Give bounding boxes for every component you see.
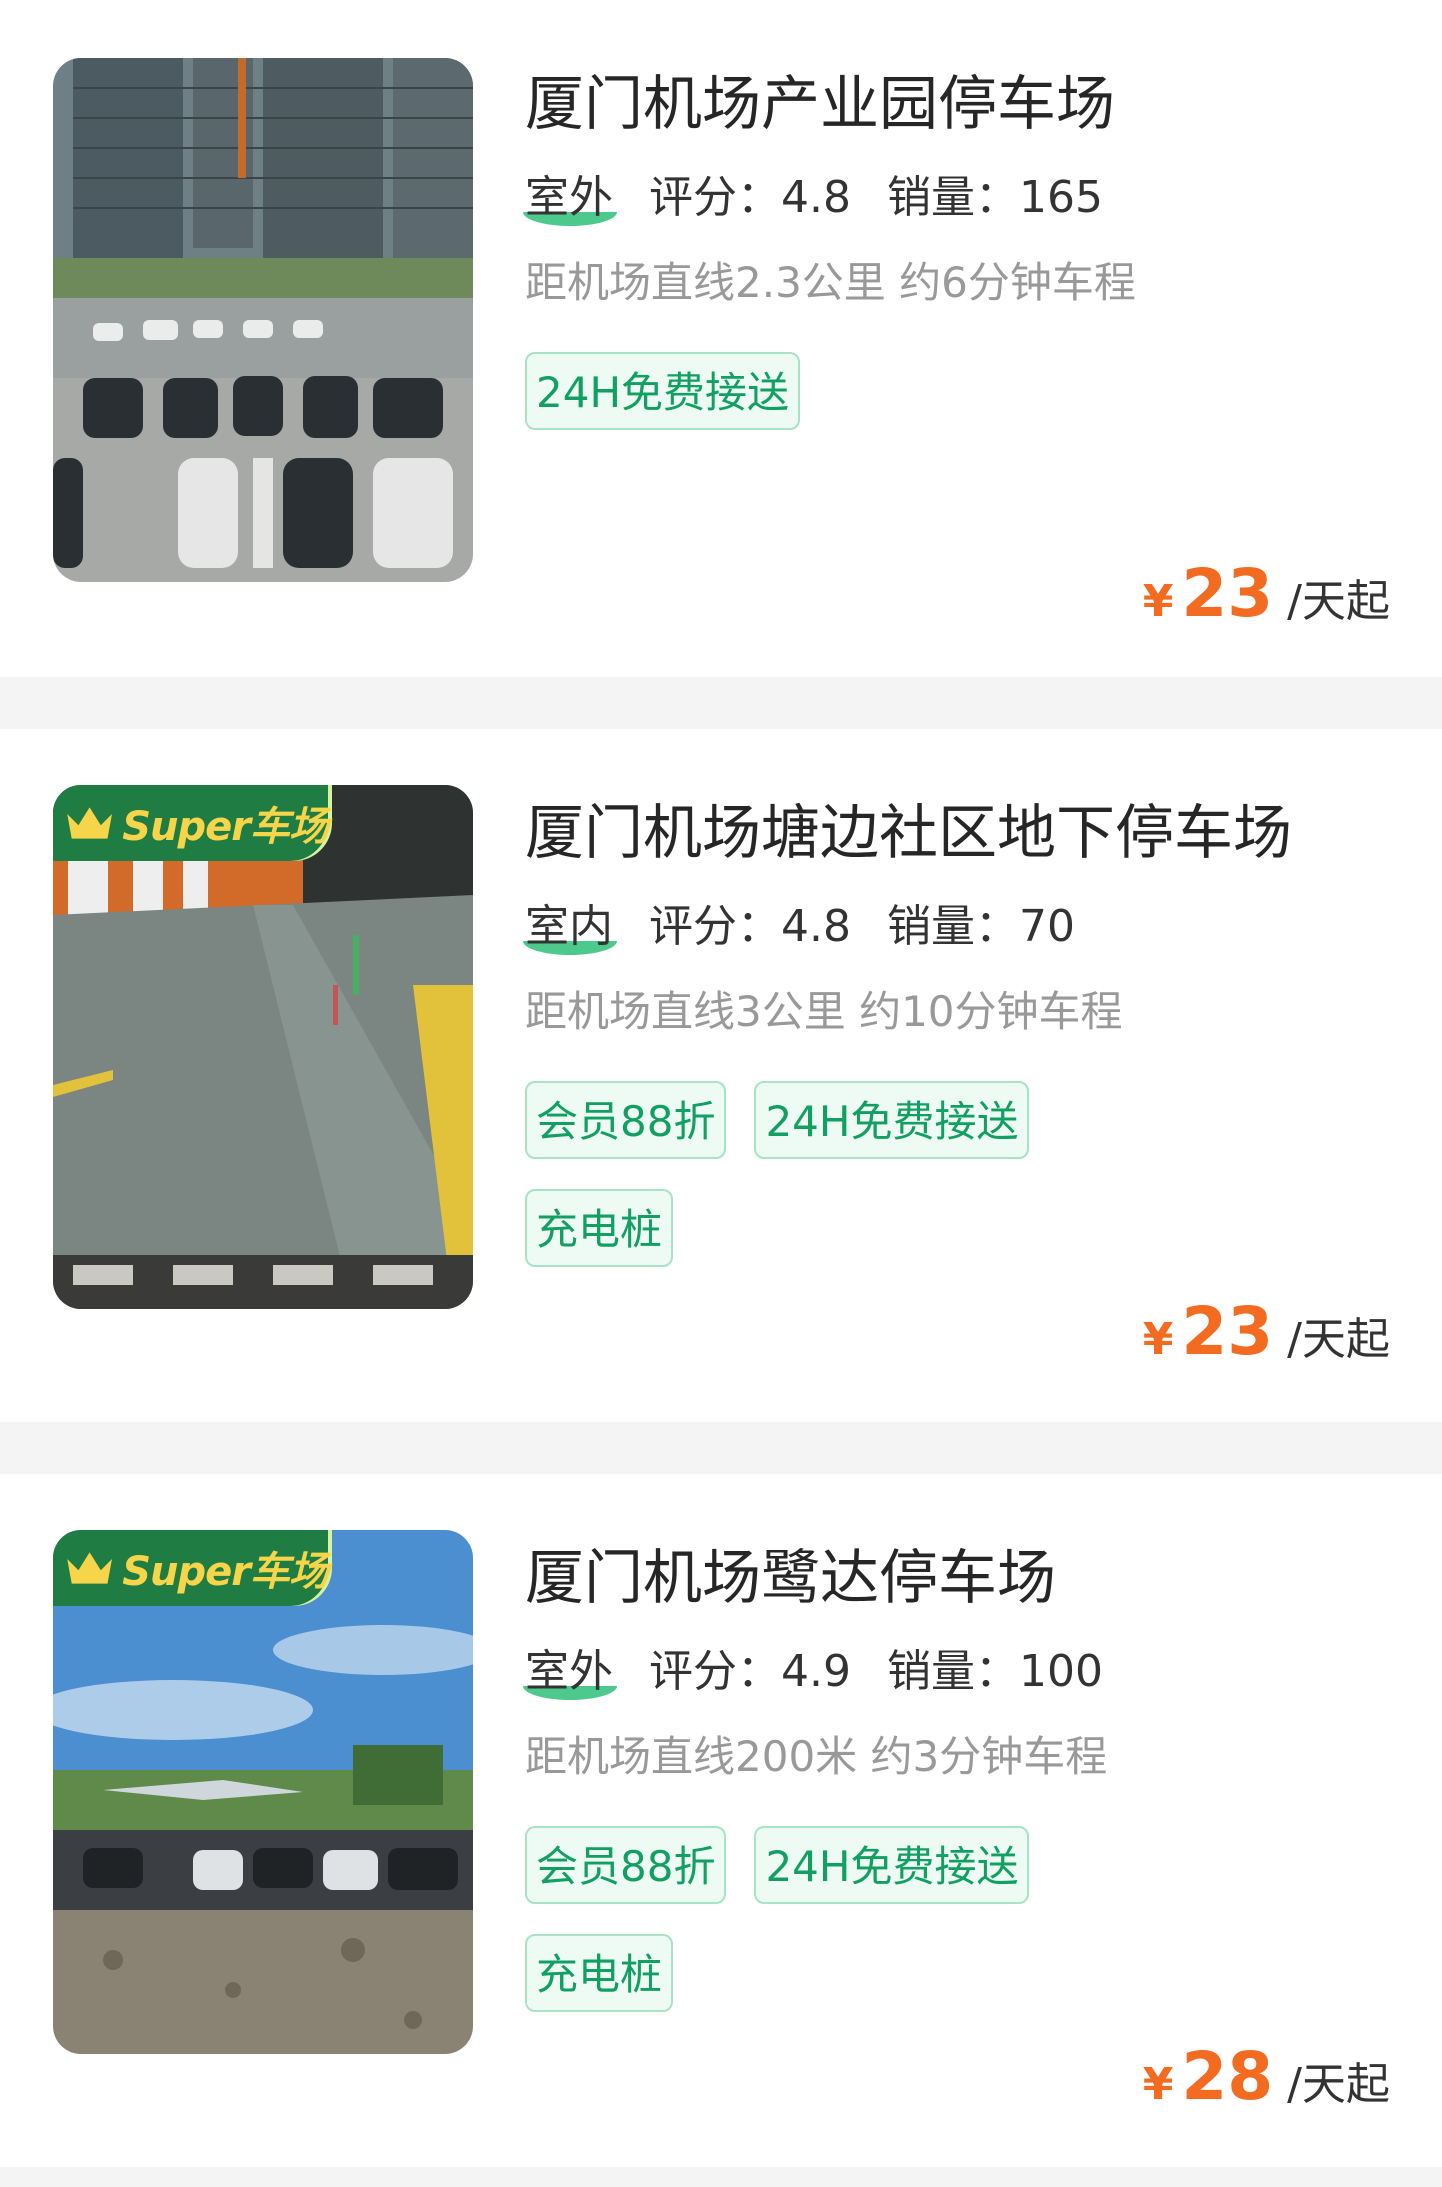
rating-text: 评分：4.8 bbox=[649, 901, 851, 952]
rating-text: 评分：4.8 bbox=[649, 172, 851, 223]
distance-text: 距机场直线2.3公里 约6分钟车程 bbox=[525, 258, 1136, 307]
price-value: 23 bbox=[1181, 555, 1274, 632]
currency-symbol: ¥ bbox=[1142, 2059, 1174, 2110]
tag-free-shuttle: 24H免费接送 bbox=[525, 352, 801, 430]
lot-type-label: 室外 bbox=[523, 166, 617, 230]
super-badge-text: Super车场 bbox=[122, 804, 329, 850]
parking-lot-card[interactable]: 厦门机场产业园停车场 室外 评分：4.8 销量：165 距机场直线2.3公里 约… bbox=[0, 0, 1442, 677]
parking-lot-card[interactable]: Super车场 厦门机场鹭达停车场 室外 评分：4.9 销量：100 距机场直线… bbox=[0, 1474, 1442, 2167]
parking-lot-info: 厦门机场鹭达停车场 室外 评分：4.9 销量：100 距机场直线200米 约3分… bbox=[523, 1532, 1402, 2042]
crown-icon bbox=[67, 1552, 112, 1584]
parking-lot-name[interactable]: 厦门机场鹭达停车场 bbox=[525, 1532, 1402, 1624]
price-value: 28 bbox=[1181, 2038, 1274, 2115]
parking-lot-photo[interactable]: Super车场 bbox=[53, 1530, 473, 2054]
price-unit: /天起 bbox=[1287, 2059, 1390, 2110]
tag-charging-pile: 充电桩 bbox=[525, 1189, 674, 1267]
parking-lot-meta: 室内 评分：4.8 销量：70 bbox=[523, 895, 1402, 959]
outdoor-parking-lot-photo bbox=[53, 58, 473, 582]
parking-lot-info: 厦门机场塘边社区地下停车场 室内 评分：4.8 销量：70 距机场直线3公里 约… bbox=[523, 787, 1402, 1297]
parking-lot-name[interactable]: 厦门机场塘边社区地下停车场 bbox=[525, 787, 1402, 879]
price-value: 23 bbox=[1181, 1293, 1274, 1370]
price-block: ¥ 23 /天起 bbox=[1143, 1293, 1390, 1370]
rating-text: 评分：4.9 bbox=[649, 1646, 851, 1697]
parking-lot-meta: 室外 评分：4.9 销量：100 bbox=[523, 1640, 1402, 1704]
parking-lot-photo[interactable] bbox=[53, 58, 473, 582]
tag-free-shuttle: 24H免费接送 bbox=[754, 1826, 1030, 1904]
parking-lot-info: 厦门机场产业园停车场 室外 评分：4.8 销量：165 距机场直线2.3公里 约… bbox=[523, 58, 1402, 460]
tag-list: 会员88折 24H免费接送 充电桩 bbox=[525, 1081, 1125, 1297]
super-lot-badge: Super车场 bbox=[53, 785, 329, 861]
tag-free-shuttle: 24H免费接送 bbox=[754, 1081, 1030, 1159]
tag-list: 会员88折 24H免费接送 充电桩 bbox=[525, 1826, 1125, 2042]
sales-text: 销量：100 bbox=[886, 1646, 1103, 1697]
crown-icon bbox=[67, 807, 112, 839]
sales-text: 销量：165 bbox=[886, 172, 1103, 223]
tag-member-discount: 会员88折 bbox=[525, 1081, 727, 1159]
sales-text: 销量：70 bbox=[886, 901, 1075, 952]
tag-member-discount: 会员88折 bbox=[525, 1826, 727, 1904]
currency-symbol: ¥ bbox=[1142, 576, 1174, 627]
tag-charging-pile: 充电桩 bbox=[525, 1934, 674, 2012]
price-unit: /天起 bbox=[1287, 1314, 1390, 1365]
price-unit: /天起 bbox=[1287, 576, 1390, 627]
underground-garage-photo bbox=[53, 785, 473, 1309]
open-air-lot-photo bbox=[53, 1530, 473, 2054]
distance-text: 距机场直线200米 约3分钟车程 bbox=[525, 1732, 1108, 1781]
lot-type-label: 室内 bbox=[523, 895, 617, 959]
parking-lot-card[interactable]: Super车场 厦门机场塘边社区地下停车场 室内 评分：4.8 销量：70 距机… bbox=[0, 729, 1442, 1422]
super-badge-text: Super车场 bbox=[122, 1549, 329, 1595]
super-lot-badge: Super车场 bbox=[53, 1530, 329, 1606]
distance-text: 距机场直线3公里 约10分钟车程 bbox=[525, 987, 1123, 1036]
tag-list: 24H免费接送 bbox=[525, 352, 1125, 460]
parking-lot-meta: 室外 评分：4.8 销量：165 bbox=[523, 166, 1402, 230]
parking-lot-name[interactable]: 厦门机场产业园停车场 bbox=[525, 58, 1402, 150]
parking-lot-photo[interactable]: Super车场 bbox=[53, 785, 473, 1309]
lot-type-label: 室外 bbox=[523, 1640, 617, 1704]
currency-symbol: ¥ bbox=[1142, 1314, 1174, 1365]
price-block: ¥ 23 /天起 bbox=[1143, 555, 1390, 632]
price-block: ¥ 28 /天起 bbox=[1143, 2038, 1390, 2115]
